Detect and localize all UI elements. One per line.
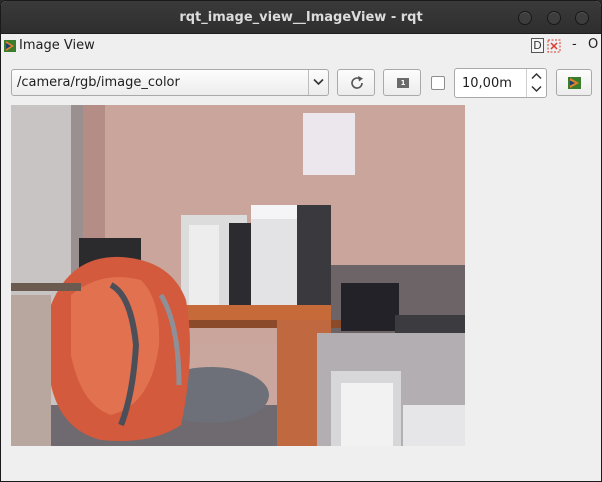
image-toolbar: /camera/rgb/image_color 1 10,00m [1,63,601,99]
dock-title-bar: Image View D - O [1,35,601,57]
title-bar[interactable]: rqt_image_view__ImageView - rqt [1,1,601,34]
topic-select[interactable]: /camera/rgb/image_color [11,69,329,96]
window-close-button[interactable] [575,11,589,25]
refresh-topics-button[interactable] [337,69,375,96]
dock-close-button[interactable]: O [588,37,598,52]
zoom-original-button[interactable]: 1 [383,69,421,96]
smooth-scaling-checkbox[interactable] [431,76,445,90]
chevron-down-icon [313,78,324,86]
topic-select-value: /camera/rgb/image_color [17,75,180,90]
save-icon [568,77,581,89]
spin-up-icon[interactable] [531,72,542,80]
app-window: rqt_image_view__ImageView - rqt Image Vi… [0,0,602,482]
dock-minimize-button[interactable]: - [572,37,577,52]
dock-toggle-button[interactable]: D [531,38,544,53]
window-title: rqt_image_view__ImageView - rqt [179,10,423,25]
spinbox-buttons [526,69,546,97]
dock-help-icon[interactable] [547,39,561,53]
zoom-1-icon: 1 [397,78,409,88]
camera-image [11,105,465,446]
dock-title: Image View [19,38,95,53]
refresh-icon [351,76,363,89]
rotation-spinbox[interactable]: 10,00m [454,68,547,98]
window-maximize-button[interactable] [547,11,561,25]
spin-down-icon[interactable] [531,85,542,93]
window-minimize-button[interactable] [518,11,532,25]
save-image-button[interactable] [556,69,592,96]
topic-dropdown-arrow[interactable] [308,70,328,95]
camera-image-view[interactable] [11,105,465,446]
spinbox-value: 10,00m [462,76,512,91]
rqt-plugin-icon [4,40,16,52]
